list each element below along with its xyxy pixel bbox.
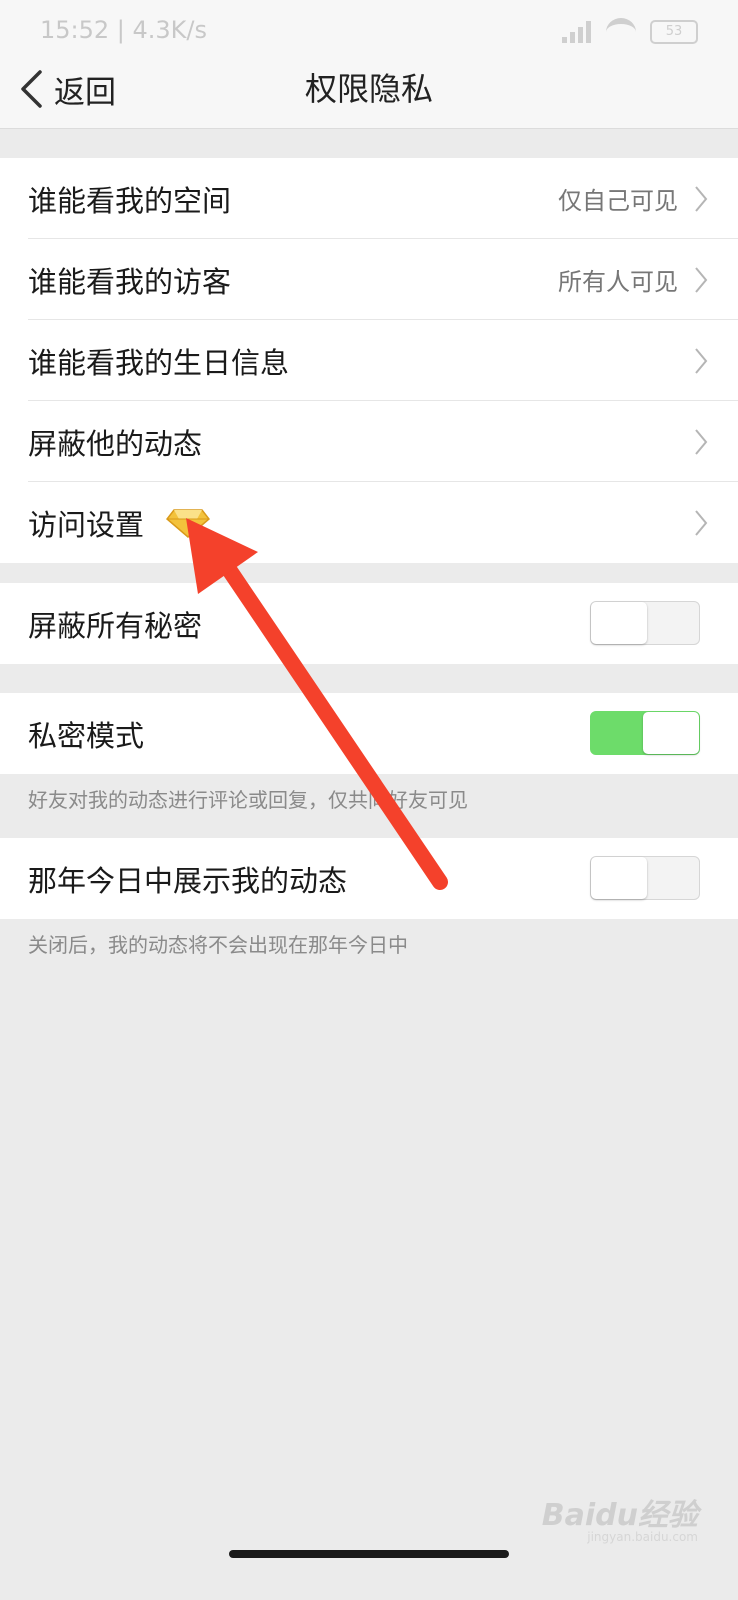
status-time: 15:52 | 4.3K/s xyxy=(40,16,208,44)
row-label: 屏蔽他的动态 xyxy=(28,426,203,461)
block-secrets-toggle[interactable] xyxy=(590,601,700,645)
back-label: 返回 xyxy=(54,74,116,111)
memories-toggle[interactable] xyxy=(590,856,700,900)
chevron-left-icon xyxy=(21,70,42,108)
row-label: 谁能看我的访客 xyxy=(28,264,232,299)
chevron-right-icon xyxy=(695,185,708,212)
settings-row-block-feeds[interactable]: 屏蔽他的动态 xyxy=(0,401,738,482)
memories-group: 那年今日中展示我的动态 xyxy=(0,838,738,919)
signal-icon xyxy=(562,21,592,43)
chevron-right-icon xyxy=(695,266,708,293)
settings-row-block-secrets: 屏蔽所有秘密 xyxy=(0,583,738,664)
settings-row-birthday-visibility[interactable]: 谁能看我的生日信息 xyxy=(0,320,738,401)
settings-row-access-settings[interactable]: 访问设置 xyxy=(0,482,738,563)
toggle-knob xyxy=(591,857,647,899)
settings-row-space-visibility[interactable]: 谁能看我的空间 仅自己可见 xyxy=(0,158,738,239)
chevron-right-icon xyxy=(695,509,708,536)
row-value: 所有人可见 xyxy=(558,268,678,296)
row-label: 私密模式 xyxy=(28,718,145,753)
chevron-right-icon xyxy=(695,347,708,374)
settings-row-visitor-visibility[interactable]: 谁能看我的访客 所有人可见 xyxy=(0,239,738,320)
status-icons: 53 xyxy=(562,18,698,46)
private-mode-toggle[interactable] xyxy=(590,711,700,755)
top-bar: 15:52 | 4.3K/s 53 返回 权限隐私 xyxy=(0,0,738,129)
row-label: 屏蔽所有秘密 xyxy=(28,608,203,643)
row-label: 谁能看我的空间 xyxy=(28,183,232,218)
nav-bar: 返回 权限隐私 xyxy=(0,50,738,128)
home-indicator[interactable] xyxy=(229,1550,509,1558)
private-mode-group: 私密模式 xyxy=(0,693,738,774)
row-label: 那年今日中展示我的动态 xyxy=(28,863,348,898)
toggle-knob xyxy=(643,712,699,754)
privacy-settings-group: 谁能看我的空间 仅自己可见 谁能看我的访客 所有人可见 谁能看我的生日信息 屏蔽… xyxy=(0,158,738,563)
vip-diamond-icon xyxy=(166,508,210,538)
row-label: 访问设置 xyxy=(28,507,145,542)
memories-note: 关闭后，我的动态将不会出现在那年今日中 xyxy=(28,933,408,957)
row-label: 谁能看我的生日信息 xyxy=(28,345,290,380)
battery-icon: 53 xyxy=(650,20,698,44)
wifi-icon xyxy=(606,18,636,46)
row-value: 仅自己可见 xyxy=(558,187,678,215)
toggle-knob xyxy=(591,602,647,644)
watermark-url: jingyan.baidu.com xyxy=(587,1530,698,1544)
block-secrets-group: 屏蔽所有秘密 xyxy=(0,583,738,664)
settings-row-memories: 那年今日中展示我的动态 xyxy=(0,838,738,919)
watermark-brand: Baidu经验 xyxy=(541,1498,698,1533)
chevron-right-icon xyxy=(695,428,708,455)
back-button[interactable]: 返回 xyxy=(18,50,116,128)
private-mode-note: 好友对我的动态进行评论或回复，仅共同好友可见 xyxy=(28,788,468,812)
settings-row-private-mode: 私密模式 xyxy=(0,693,738,774)
